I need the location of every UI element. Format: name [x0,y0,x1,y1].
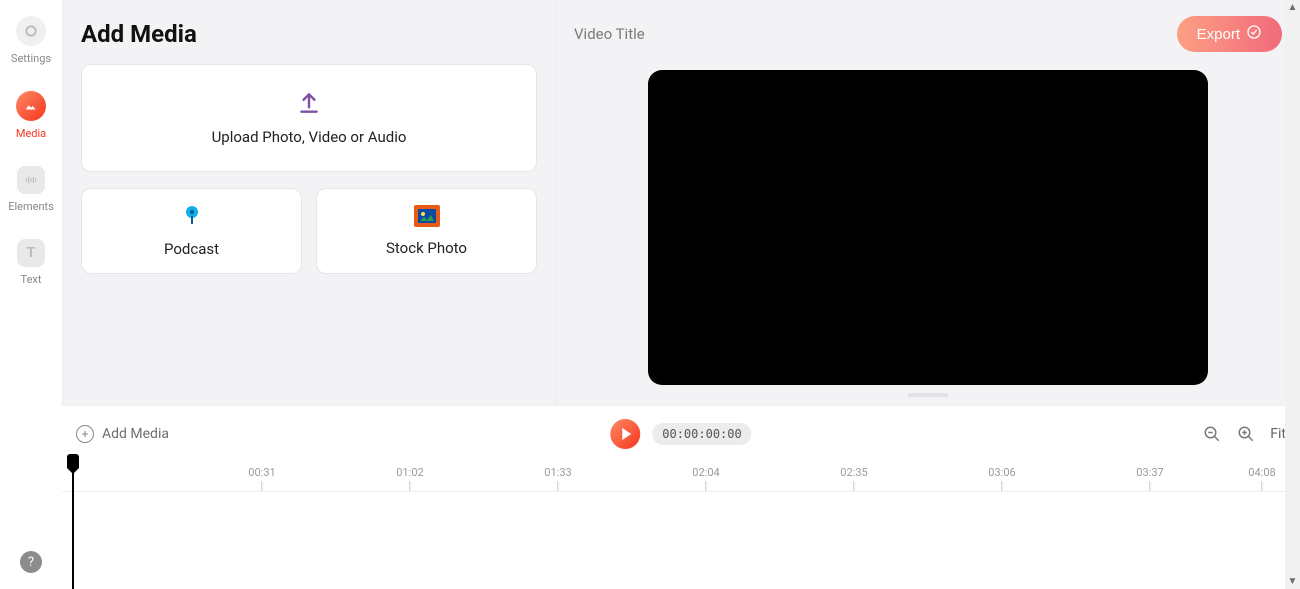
scroll-up-icon: ▲ [1288,2,1298,13]
timeline-ruler[interactable]: 00:31 01:02 01:33 02:04 02:35 03:06 03:3… [62,462,1300,492]
play-button[interactable] [610,419,640,449]
preview-panel: Video Title Export [556,0,1300,405]
media-icon [16,91,46,121]
app-root: Settings Media Elements T Text ? Add Med… [0,0,1300,589]
sidebar-item-elements[interactable]: Elements [8,166,54,213]
text-icon: T [17,239,45,267]
sidebar-item-label: Media [16,127,46,140]
ruler-tick: 03:06 [988,466,1015,491]
media-panel: Add Media Upload Photo, Video or Audio P… [62,0,556,405]
sidebar-item-label: Settings [11,52,51,65]
timeline-tracks[interactable] [62,492,1300,589]
scroll-down-icon: ▼ [1288,576,1298,587]
stock-photo-card[interactable]: Stock Photo [316,188,537,274]
video-title-input[interactable]: Video Title [574,25,645,43]
video-preview[interactable] [648,70,1208,385]
podcast-card[interactable]: Podcast [81,188,302,274]
timecode-display: 00:00:00:00 [652,423,751,445]
ruler-tick: 01:33 [544,466,571,491]
timeline: + Add Media 00:00:00:00 Fit [62,405,1300,589]
ruler-tick: 00:31 [248,466,275,491]
sidebar-item-label: Text [21,273,42,286]
plus-icon: + [76,425,94,443]
playhead-handle[interactable] [67,454,79,468]
main: Add Media Upload Photo, Video or Audio P… [62,0,1300,589]
vertical-scrollbar[interactable]: ▲ ▼ [1285,0,1300,589]
zoom-in-button[interactable] [1236,424,1256,444]
check-circle-icon [1246,24,1262,44]
sidebar-item-media[interactable]: Media [16,91,46,140]
export-button[interactable]: Export [1177,16,1282,52]
zoom-out-button[interactable] [1202,424,1222,444]
add-media-label: Add Media [102,426,169,442]
sidebar-item-text[interactable]: T Text [17,239,45,286]
timeline-controls: + Add Media 00:00:00:00 Fit [62,406,1300,462]
playhead[interactable] [72,462,74,589]
sidebar: Settings Media Elements T Text ? [0,0,62,589]
upload-icon [296,90,322,120]
ruler-tick: 04:08 [1248,466,1275,491]
podcast-icon [180,204,204,232]
panel-resize-handle[interactable] [908,393,948,397]
help-button[interactable]: ? [20,551,42,573]
ruler-tick: 02:35 [840,466,867,491]
play-icon [622,428,631,440]
fit-button[interactable]: Fit [1270,426,1286,442]
upload-label: Upload Photo, Video or Audio [212,128,407,146]
ruler-tick: 02:04 [692,466,719,491]
settings-icon [16,16,46,46]
ruler-tick: 03:37 [1136,466,1163,491]
export-label: Export [1197,26,1240,43]
upload-card[interactable]: Upload Photo, Video or Audio [81,64,537,172]
stock-photo-icon [414,205,440,231]
sidebar-item-settings[interactable]: Settings [11,16,51,65]
upper-row: Add Media Upload Photo, Video or Audio P… [62,0,1300,405]
podcast-label: Podcast [164,240,219,258]
elements-icon [17,166,45,194]
ruler-tick: 01:02 [396,466,423,491]
sidebar-item-label: Elements [8,200,54,213]
stock-photo-label: Stock Photo [386,239,467,257]
add-media-button[interactable]: + Add Media [76,425,169,443]
panel-title: Add Media [81,20,537,48]
